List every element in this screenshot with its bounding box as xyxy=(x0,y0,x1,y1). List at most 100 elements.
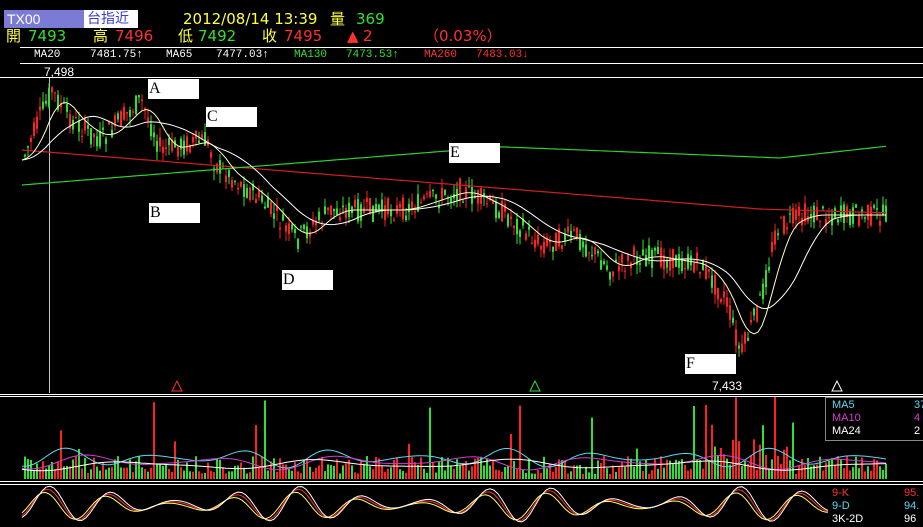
price-candle xyxy=(675,255,677,267)
volume-bar xyxy=(708,460,710,479)
volume-bar xyxy=(318,465,320,479)
volume-bar xyxy=(804,464,806,479)
volume-bar xyxy=(96,466,98,479)
volume-bar xyxy=(693,405,695,479)
price-candle xyxy=(507,214,509,227)
price-candle xyxy=(717,287,719,300)
volume-bar xyxy=(711,424,713,479)
price-candle xyxy=(318,211,320,221)
price-candle xyxy=(348,202,350,218)
price-candle xyxy=(585,244,587,257)
vol-ma5-label: MA5 xyxy=(832,399,855,411)
price-candle xyxy=(384,205,386,220)
price-candle xyxy=(297,238,299,249)
volume-bar xyxy=(876,460,878,479)
volume-bar xyxy=(141,467,143,479)
price-candle xyxy=(771,242,773,252)
price-candle xyxy=(486,203,488,205)
volume-bar xyxy=(60,430,62,479)
volume-bar xyxy=(822,470,824,479)
kd-d-line xyxy=(21,491,887,521)
price-candle xyxy=(774,230,776,245)
volume-bar xyxy=(336,459,338,479)
price-candle xyxy=(684,268,686,270)
volume-bar xyxy=(780,464,782,479)
volume-bar xyxy=(279,458,281,479)
price-candle xyxy=(843,204,845,223)
price-candle xyxy=(798,206,800,216)
price-candle xyxy=(495,201,497,219)
volume-bar xyxy=(360,461,362,479)
price-candle xyxy=(642,249,644,256)
price-candle xyxy=(261,195,263,202)
price-candle xyxy=(24,154,26,157)
price-candle xyxy=(591,254,593,257)
price-candle xyxy=(111,129,113,137)
price-candle xyxy=(510,216,512,219)
price-candle xyxy=(36,116,38,129)
volume-bar xyxy=(363,463,365,479)
vol-ma10-value: 4 xyxy=(914,412,921,424)
price-candle xyxy=(876,208,878,210)
price-candle xyxy=(735,329,737,346)
volume-bar xyxy=(609,473,611,479)
volume-bar xyxy=(423,468,425,479)
volume-bar xyxy=(372,469,374,479)
price-candle xyxy=(303,224,305,230)
price-candle xyxy=(657,247,659,254)
price-candle xyxy=(336,208,338,215)
price-candle xyxy=(885,205,887,222)
volume-bar xyxy=(117,456,119,479)
price-candle xyxy=(240,181,242,187)
volume-bar xyxy=(870,470,872,479)
volume-bar xyxy=(327,464,329,479)
price-candle xyxy=(300,226,302,228)
volume-bar xyxy=(234,465,236,479)
volume-bar xyxy=(354,472,356,479)
volume-bar xyxy=(720,447,722,479)
kd-k-value: 95. xyxy=(904,487,920,499)
price-candle xyxy=(345,207,347,219)
volume-bar xyxy=(84,458,86,479)
price-candle xyxy=(147,117,149,122)
volume-bar xyxy=(333,465,335,479)
price-candle xyxy=(738,345,740,349)
price-candle xyxy=(768,267,770,271)
volume-bar xyxy=(144,469,146,479)
price-candle xyxy=(282,214,284,221)
price-candle xyxy=(744,332,746,344)
volume-bar xyxy=(450,465,452,479)
volume-bar xyxy=(408,443,410,479)
kd-3k2d-value: 96 xyxy=(904,513,917,525)
price-candle xyxy=(120,111,122,127)
volume-bar xyxy=(183,470,185,479)
price-candle xyxy=(270,201,272,215)
volume-bar xyxy=(330,465,332,479)
price-candle xyxy=(459,178,461,201)
volume-bar xyxy=(504,466,506,479)
volume-bar xyxy=(444,470,446,479)
volume-bar xyxy=(498,470,500,479)
price-candle xyxy=(471,187,473,204)
price-candle xyxy=(819,220,821,222)
volume-bar xyxy=(672,463,674,479)
volume-bar xyxy=(207,462,209,479)
price-candle xyxy=(291,224,293,230)
volume-bar xyxy=(126,467,128,479)
volume-bar xyxy=(123,467,125,479)
volume-bar xyxy=(552,471,554,479)
volume-bar xyxy=(591,417,593,479)
price-candle xyxy=(234,181,236,183)
price-candle xyxy=(765,270,767,288)
price-candle xyxy=(780,217,782,219)
volume-bar xyxy=(249,472,251,479)
volume-bar xyxy=(420,457,422,479)
volume-bar xyxy=(402,471,404,479)
volume-bar xyxy=(564,461,566,479)
annotation-c: C xyxy=(206,107,257,127)
price-candle xyxy=(87,125,89,129)
volume-bar xyxy=(651,470,653,479)
high-price-mark: 7,498 xyxy=(44,65,75,79)
volume-bar xyxy=(435,472,437,479)
volume-bar xyxy=(33,469,35,479)
